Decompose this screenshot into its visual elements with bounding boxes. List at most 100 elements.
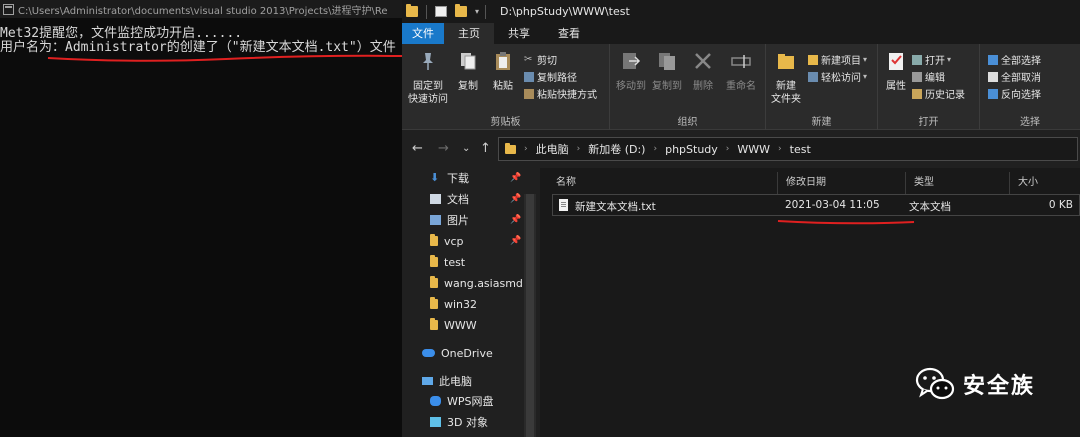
nav-pane-scrollbar[interactable] [524,194,536,437]
edit-icon [912,71,922,82]
recent-locations-chevron-icon[interactable]: ⌄ [462,143,470,154]
copy-path-icon [524,71,534,82]
pin-icon: 📌 [510,173,522,183]
invert-selection-label: 反向选择 [1001,90,1041,101]
watermark-text: 安全族 [963,374,1036,399]
new-item-button[interactable]: 新建项目 ▾ [808,52,867,67]
easy-access-icon [808,71,818,82]
properties-label: 属性 [886,81,906,92]
back-arrow-icon[interactable]: ← [412,141,423,156]
copy-path-button[interactable]: 复制路径 [524,69,577,84]
rename-label: 重命名 [726,81,756,92]
copy-path-label: 复制路径 [537,73,577,84]
nav-item-label: test [444,255,466,269]
up-arrow-icon[interactable]: ↑ [480,141,491,156]
chevron-down-icon[interactable]: ▾ [475,7,479,16]
rename-icon [731,55,751,68]
history-label: 历史记录 [925,90,965,101]
column-header-name[interactable]: 名称 [548,172,778,194]
invert-selection-button[interactable]: 反向选择 [988,86,1041,101]
nav-item-label: wang.asiasmd-l [444,276,522,290]
copy-to-button[interactable]: 复制到 [650,50,684,93]
file-name: 新建文本文档.txt [575,201,656,213]
column-header-modified[interactable]: 修改日期 [778,172,906,194]
column-header-size[interactable]: 大小 [1010,172,1078,194]
breadcrumb-this-pc[interactable]: 此电脑 [536,141,569,157]
pin-icon: 📌 [510,215,522,225]
chevron-right-icon: › [778,144,782,154]
pin-quick-access-button[interactable]: 固定到 快速访问 [406,50,450,106]
new-folder-quick-icon[interactable] [455,4,467,17]
invert-selection-icon [988,88,998,99]
nav-item-label: WPS网盘 [447,395,494,408]
address-bar[interactable]: › 此电脑 › 新加卷 (D:) › phpStudy › WWW › test [498,137,1078,161]
wechat-icon [915,367,955,400]
nav-item-wps-cloud[interactable]: WPS网盘 [430,391,494,411]
new-folder-button[interactable]: 新建 文件夹 [768,50,804,106]
folder-icon [430,255,438,267]
select-none-label: 全部取消 [1001,73,1041,84]
copy-to-icon [659,53,675,70]
nav-item-www[interactable]: WWW [430,315,477,335]
select-all-button[interactable]: 全部选择 [988,52,1041,67]
paste-label: 粘贴 [493,81,513,92]
breadcrumb-phpstudy[interactable]: phpStudy [665,143,718,156]
tab-view[interactable]: 查看 [544,23,594,44]
properties-quick-icon[interactable] [435,6,447,17]
tab-file[interactable]: 文件 [402,23,444,44]
history-button[interactable]: 历史记录 [912,86,965,101]
delete-button[interactable]: 删除 [690,50,716,93]
nav-item-wang[interactable]: wang.asiasmd-l [430,273,522,293]
new-folder-label: 新建 文件夹 [771,81,801,105]
chevron-right-icon: › [576,144,581,154]
select-all-label: 全部选择 [1001,56,1041,67]
easy-access-button[interactable]: 轻松访问 ▾ [808,69,867,84]
forward-arrow-icon[interactable]: → [438,141,449,156]
folder-icon [430,234,438,246]
scrollbar-thumb[interactable] [526,194,534,437]
nav-item-test[interactable]: test [430,252,465,272]
paste-shortcut-button[interactable]: 粘贴快捷方式 [524,86,597,101]
nav-item-documents[interactable]: 文档 [430,189,469,209]
table-row[interactable]: 新建文本文档.txt 2021-03-04 11:05 文本文档 0 KB [552,194,1080,216]
nav-item-vcp[interactable]: vcp [430,231,464,251]
nav-item-pictures[interactable]: 图片 [430,210,469,230]
copy-button[interactable]: 复制 [454,50,482,93]
paste-icon [496,52,510,70]
organize-group: 移动到 复制到 删除 重命名 组织 [610,44,766,130]
rename-button[interactable]: 重命名 [722,50,760,93]
tab-share[interactable]: 共享 [494,23,544,44]
tab-home[interactable]: 主页 [444,23,494,44]
move-to-button[interactable]: 移动到 [614,50,648,93]
navigation-pane: ⬇ 下载 📌 文档 📌 图片 📌 vcp 📌 test wang.asiasmd… [402,168,538,437]
nav-item-this-pc[interactable]: 此电脑 [422,371,472,391]
select-none-button[interactable]: 全部取消 [988,69,1041,84]
properties-button[interactable]: 属性 [882,50,910,93]
cut-button[interactable]: ✂ 剪切 [524,52,557,67]
text-file-icon [559,199,568,211]
toolbar-divider [426,4,427,19]
console-window: C:\Users\Administrator\documents\visual … [0,0,402,437]
nav-item-onedrive[interactable]: OneDrive [422,343,493,363]
ribbon-tabs: 文件 主页 共享 查看 [402,23,1080,44]
open-group-label: 打开 [918,117,939,128]
breadcrumb-www[interactable]: WWW [737,143,770,156]
3d-objects-icon [430,417,441,427]
paste-button[interactable]: 粘贴 [488,50,518,93]
delete-label: 删除 [693,81,713,92]
breadcrumb-test[interactable]: test [790,143,811,156]
edit-button[interactable]: 编辑 [912,69,945,84]
paste-shortcut-label: 粘贴快捷方式 [537,90,597,101]
history-icon [912,88,922,99]
open-icon [912,54,922,65]
column-header-type[interactable]: 类型 [906,172,1010,194]
nav-item-downloads[interactable]: ⬇ 下载 [430,168,469,188]
breadcrumb-drive-d[interactable]: 新加卷 (D:) [588,141,645,157]
nav-item-label: 3D 对象 [447,416,488,429]
open-button[interactable]: 打开 ▾ [912,52,951,67]
new-folder-icon [778,54,794,69]
nav-item-win32[interactable]: win32 [430,294,477,314]
folder-icon [430,318,438,330]
chevron-right-icon: › [725,144,730,154]
nav-item-3d-objects[interactable]: 3D 对象 [430,412,488,432]
